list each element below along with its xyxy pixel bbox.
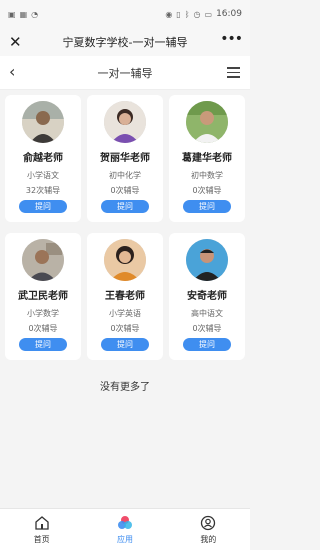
app-icon: ▣ — [8, 9, 16, 19]
teacher-subject: 初中数学 — [191, 171, 223, 180]
tutoring-count: 32次辅导 — [25, 186, 61, 195]
avatar — [104, 239, 146, 281]
back-icon[interactable]: ‹ — [9, 62, 15, 81]
teacher-name: 贺丽华老师 — [100, 153, 150, 164]
teacher-subject: 小学数学 — [27, 309, 59, 318]
close-icon[interactable]: ✕ — [9, 33, 22, 51]
ask-button[interactable]: 提问 — [19, 338, 67, 351]
teacher-name: 安奇老师 — [187, 291, 227, 302]
ask-button[interactable]: 提问 — [101, 338, 149, 351]
teacher-name: 俞越老师 — [23, 153, 63, 164]
avatar — [186, 239, 228, 281]
teacher-card[interactable]: 武卫民老师 小学数学 0次辅导 提问 — [5, 233, 81, 360]
menu-icon[interactable] — [227, 67, 240, 78]
status-right-icons: ◉ ▯ ᛒ ◷ ▭ 16:09 — [165, 9, 242, 19]
image-icon: ▦ — [19, 9, 28, 19]
ask-button[interactable]: 提问 — [183, 338, 231, 351]
eye-icon: ◉ — [165, 9, 173, 19]
apps-icon — [117, 515, 132, 529]
teacher-subject: 初中化学 — [109, 171, 141, 180]
teacher-name: 王春老师 — [105, 291, 145, 302]
avatar — [104, 101, 146, 143]
tab-apps[interactable]: 应用 — [95, 515, 155, 545]
battery-icon: ▭ — [204, 9, 213, 19]
wifi-signal-icon: ◔ — [31, 9, 39, 19]
wechat-title-bar: ✕ 宁夏数字学校-一对一辅导 ••• — [0, 28, 250, 56]
tab-label: 应用 — [116, 534, 133, 544]
end-of-list-text: 没有更多了 — [100, 382, 150, 393]
avatar — [22, 101, 64, 143]
page-header: ‹ 一对一辅导 — [0, 56, 250, 90]
teacher-card[interactable]: 贺丽华老师 初中化学 0次辅导 提问 — [87, 95, 163, 222]
vibrate-icon: ▯ — [176, 9, 181, 19]
teacher-name: 葛建华老师 — [182, 153, 232, 164]
tab-home[interactable]: 首页 — [12, 515, 72, 545]
avatar — [186, 101, 228, 143]
tab-label: 首页 — [33, 534, 50, 544]
wechat-page-title: 宁夏数字学校-一对一辅导 — [62, 36, 188, 49]
tutoring-count: 0次辅导 — [110, 324, 140, 333]
more-icon[interactable]: ••• — [220, 31, 243, 47]
status-left-icons: ▣ ▦ ◔ — [8, 10, 38, 19]
teacher-card[interactable]: 王春老师 小学英语 0次辅导 提问 — [87, 233, 163, 360]
teacher-card[interactable]: 安奇老师 高中语文 0次辅导 提问 — [169, 233, 245, 360]
teacher-name: 武卫民老师 — [18, 291, 68, 302]
teacher-grid: 俞越老师 小学语文 32次辅导 提问 贺丽华老师 初中化学 0次辅导 提问 葛建… — [5, 95, 245, 360]
avatar — [22, 239, 64, 281]
tutoring-count: 0次辅导 — [192, 186, 222, 195]
ask-button[interactable]: 提问 — [19, 200, 67, 213]
teacher-card[interactable]: 葛建华老师 初中数学 0次辅导 提问 — [169, 95, 245, 222]
teacher-subject: 小学英语 — [109, 309, 141, 318]
tab-profile[interactable]: 我的 — [178, 515, 238, 545]
bottom-tab-bar: 首页 应用 我的 — [0, 508, 250, 550]
tutoring-count: 0次辅导 — [192, 324, 222, 333]
home-icon — [35, 515, 49, 530]
ask-button[interactable]: 提问 — [183, 200, 231, 213]
tutoring-count: 0次辅导 — [28, 324, 58, 333]
alarm-icon: ◷ — [193, 9, 201, 19]
ask-button[interactable]: 提问 — [101, 200, 149, 213]
bluetooth-icon: ᛒ — [184, 9, 190, 19]
tab-label: 我的 — [200, 534, 217, 544]
profile-icon — [201, 515, 216, 530]
status-time: 16:09 — [216, 9, 242, 19]
teacher-card[interactable]: 俞越老师 小学语文 32次辅导 提问 — [5, 95, 81, 222]
page-title: 一对一辅导 — [97, 66, 153, 80]
teacher-subject: 高中语文 — [191, 309, 223, 318]
tutoring-count: 0次辅导 — [110, 186, 140, 195]
teacher-subject: 小学语文 — [27, 171, 59, 180]
status-bar: ▣ ▦ ◔ ◉ ▯ ᛒ ◷ ▭ 16:09 — [0, 0, 250, 28]
